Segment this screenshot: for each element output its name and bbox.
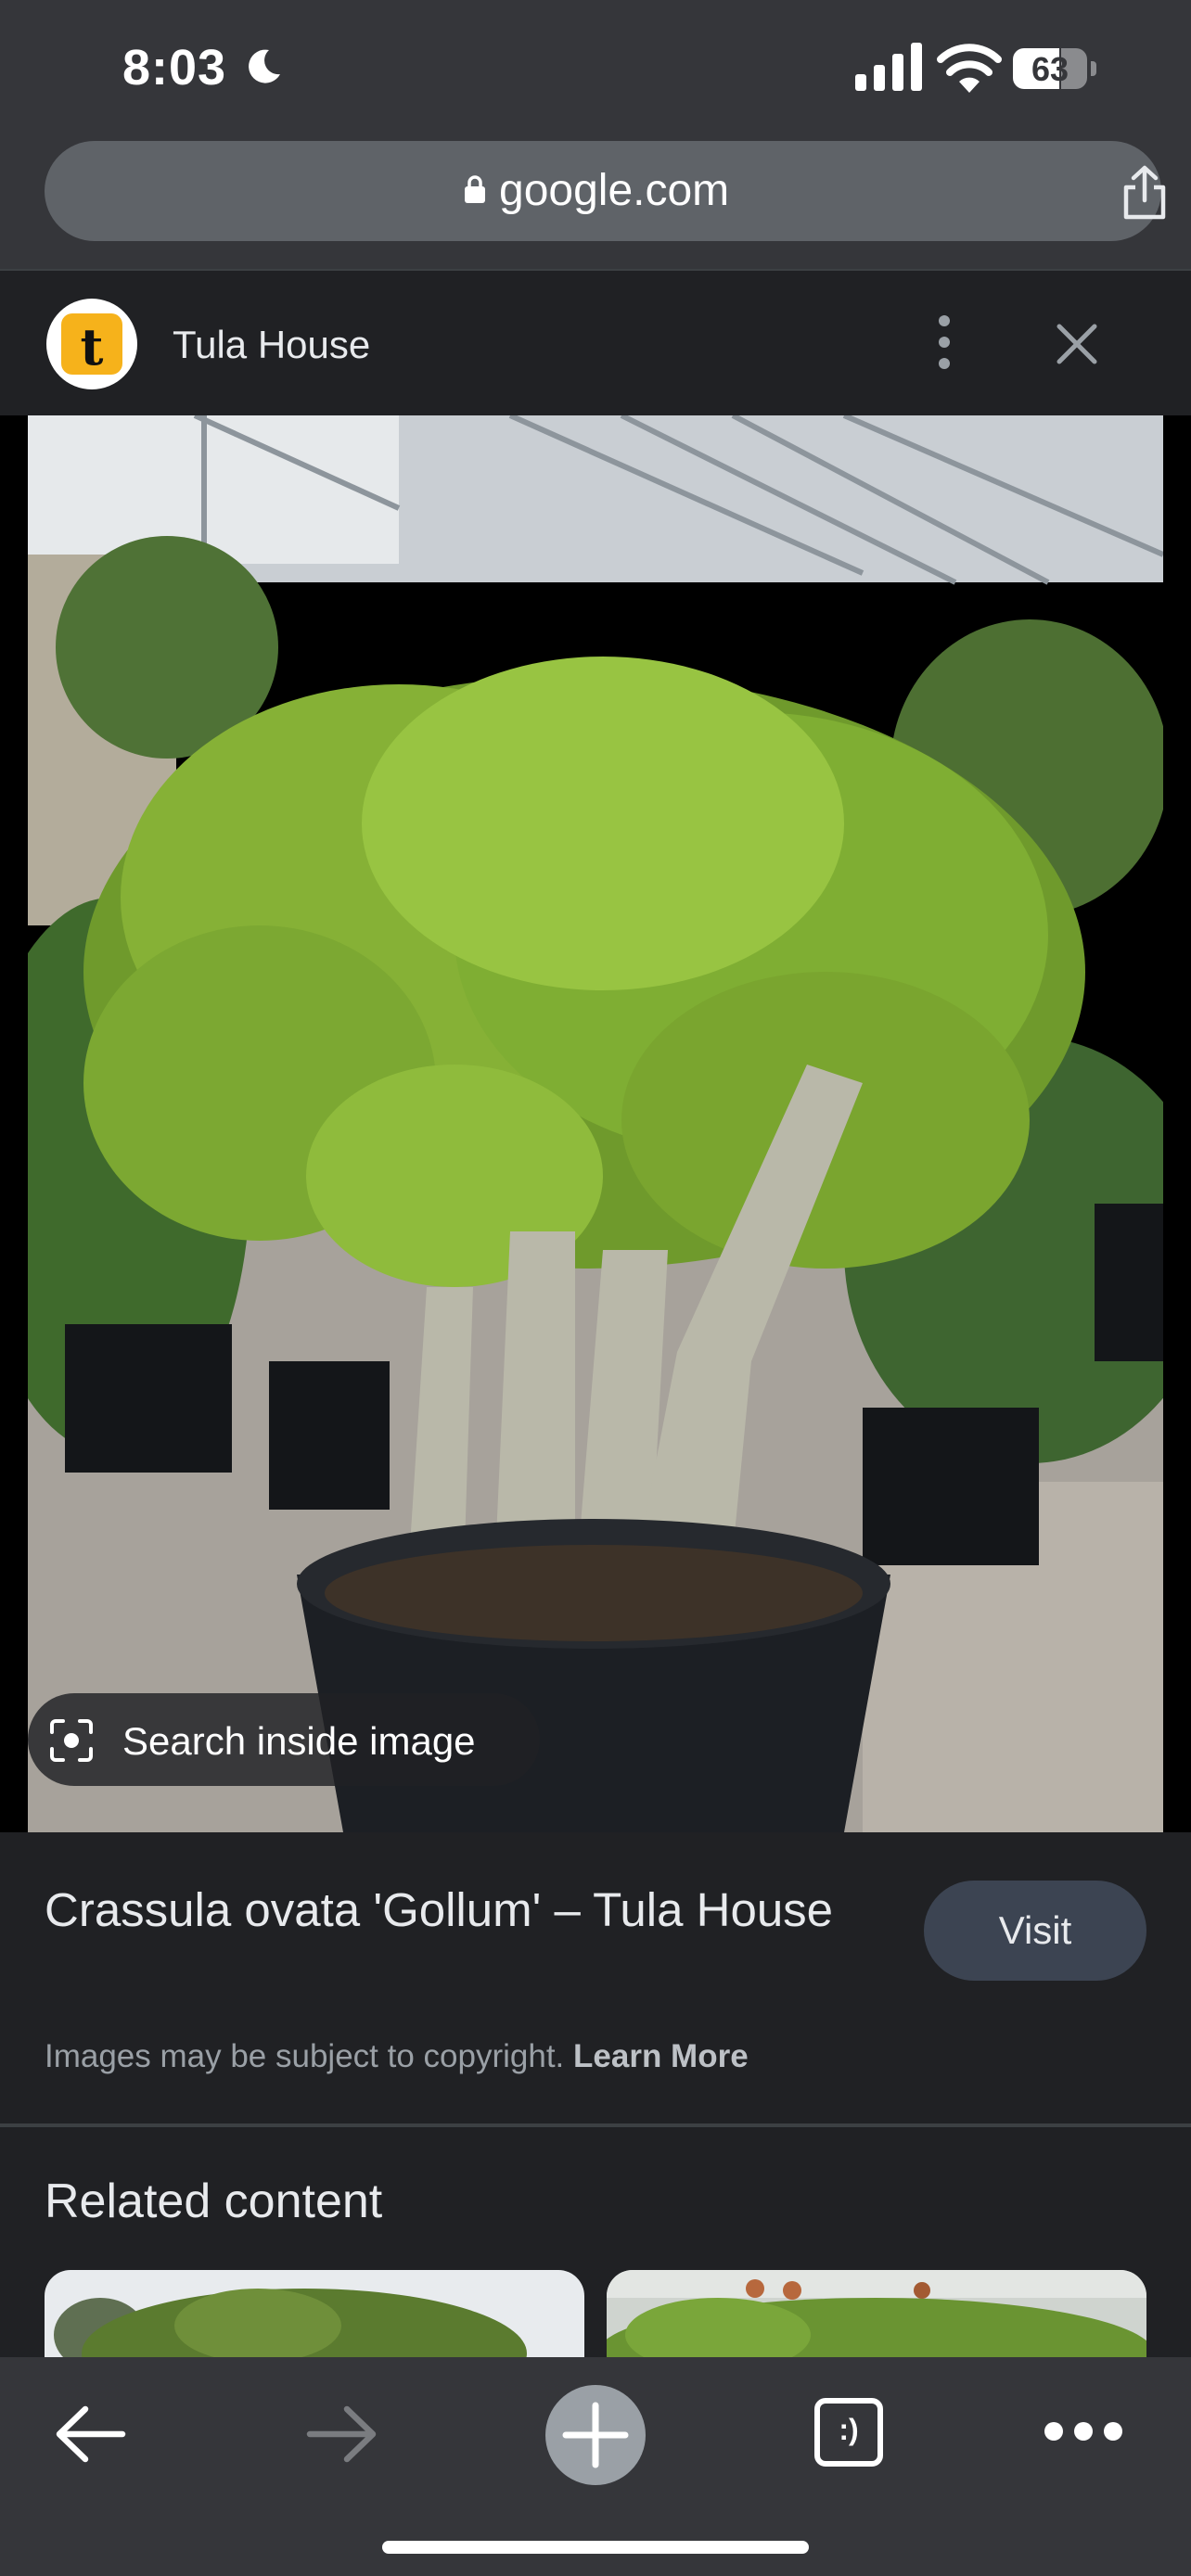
favicon-letter: t: [80, 317, 104, 376]
search-inside-image-label: Search inside image: [122, 1719, 476, 1763]
signal-icon: [855, 43, 922, 91]
site-favicon: t: [46, 299, 137, 389]
result-info: Crassula ovata 'Gollum' – Tula House Vis…: [0, 1832, 1191, 2125]
related-thumbnail[interactable]: [45, 2270, 584, 2363]
forward-arrow-icon[interactable]: [304, 2402, 378, 2467]
lock-icon: [465, 175, 485, 203]
moon-icon: [249, 49, 280, 83]
plant-photo[interactable]: [28, 415, 1163, 1832]
status-time: 8:03: [122, 40, 227, 96]
related-content-heading: Related content: [45, 2174, 383, 2228]
visit-button[interactable]: Visit: [924, 1881, 1146, 1981]
home-indicator[interactable]: [382, 2541, 809, 2554]
battery-icon: 63: [1013, 48, 1098, 91]
section-divider: [0, 2123, 1191, 2127]
address-bar[interactable]: google.com: [45, 141, 1166, 241]
more-vert-icon[interactable]: [928, 310, 961, 375]
wifi-icon: [937, 44, 1002, 93]
source-name[interactable]: Tula House: [173, 323, 370, 367]
learn-more-link[interactable]: Learn More: [573, 2038, 749, 2074]
lens-icon: [50, 1719, 93, 1762]
url-text[interactable]: google.com: [499, 165, 729, 216]
plus-icon: [562, 2402, 629, 2468]
related-thumbnail[interactable]: [607, 2270, 1146, 2363]
search-inside-image-button[interactable]: Search inside image: [28, 1693, 540, 1786]
close-icon[interactable]: [1054, 321, 1100, 367]
copyright-text: Images may be subject to copyright.: [45, 2038, 565, 2074]
tabs-icon[interactable]: :): [814, 2398, 883, 2467]
image-viewer: Search inside image: [0, 415, 1191, 1832]
battery-level: 63: [1031, 50, 1069, 88]
status-bar: 8:03 63: [0, 0, 1191, 139]
new-tab-button[interactable]: [545, 2385, 646, 2485]
copyright-notice: Images may be subject to copyright. Lear…: [45, 2038, 749, 2075]
image-source-header: t Tula House: [0, 269, 1191, 417]
result-title[interactable]: Crassula ovata 'Gollum' – Tula House: [45, 1877, 861, 1944]
share-icon[interactable]: [1119, 165, 1171, 221]
browser-chrome: google.com: [0, 139, 1191, 269]
back-arrow-icon[interactable]: [54, 2402, 128, 2467]
more-horiz-icon[interactable]: [1043, 2420, 1124, 2442]
tabs-label: :): [839, 2413, 859, 2446]
